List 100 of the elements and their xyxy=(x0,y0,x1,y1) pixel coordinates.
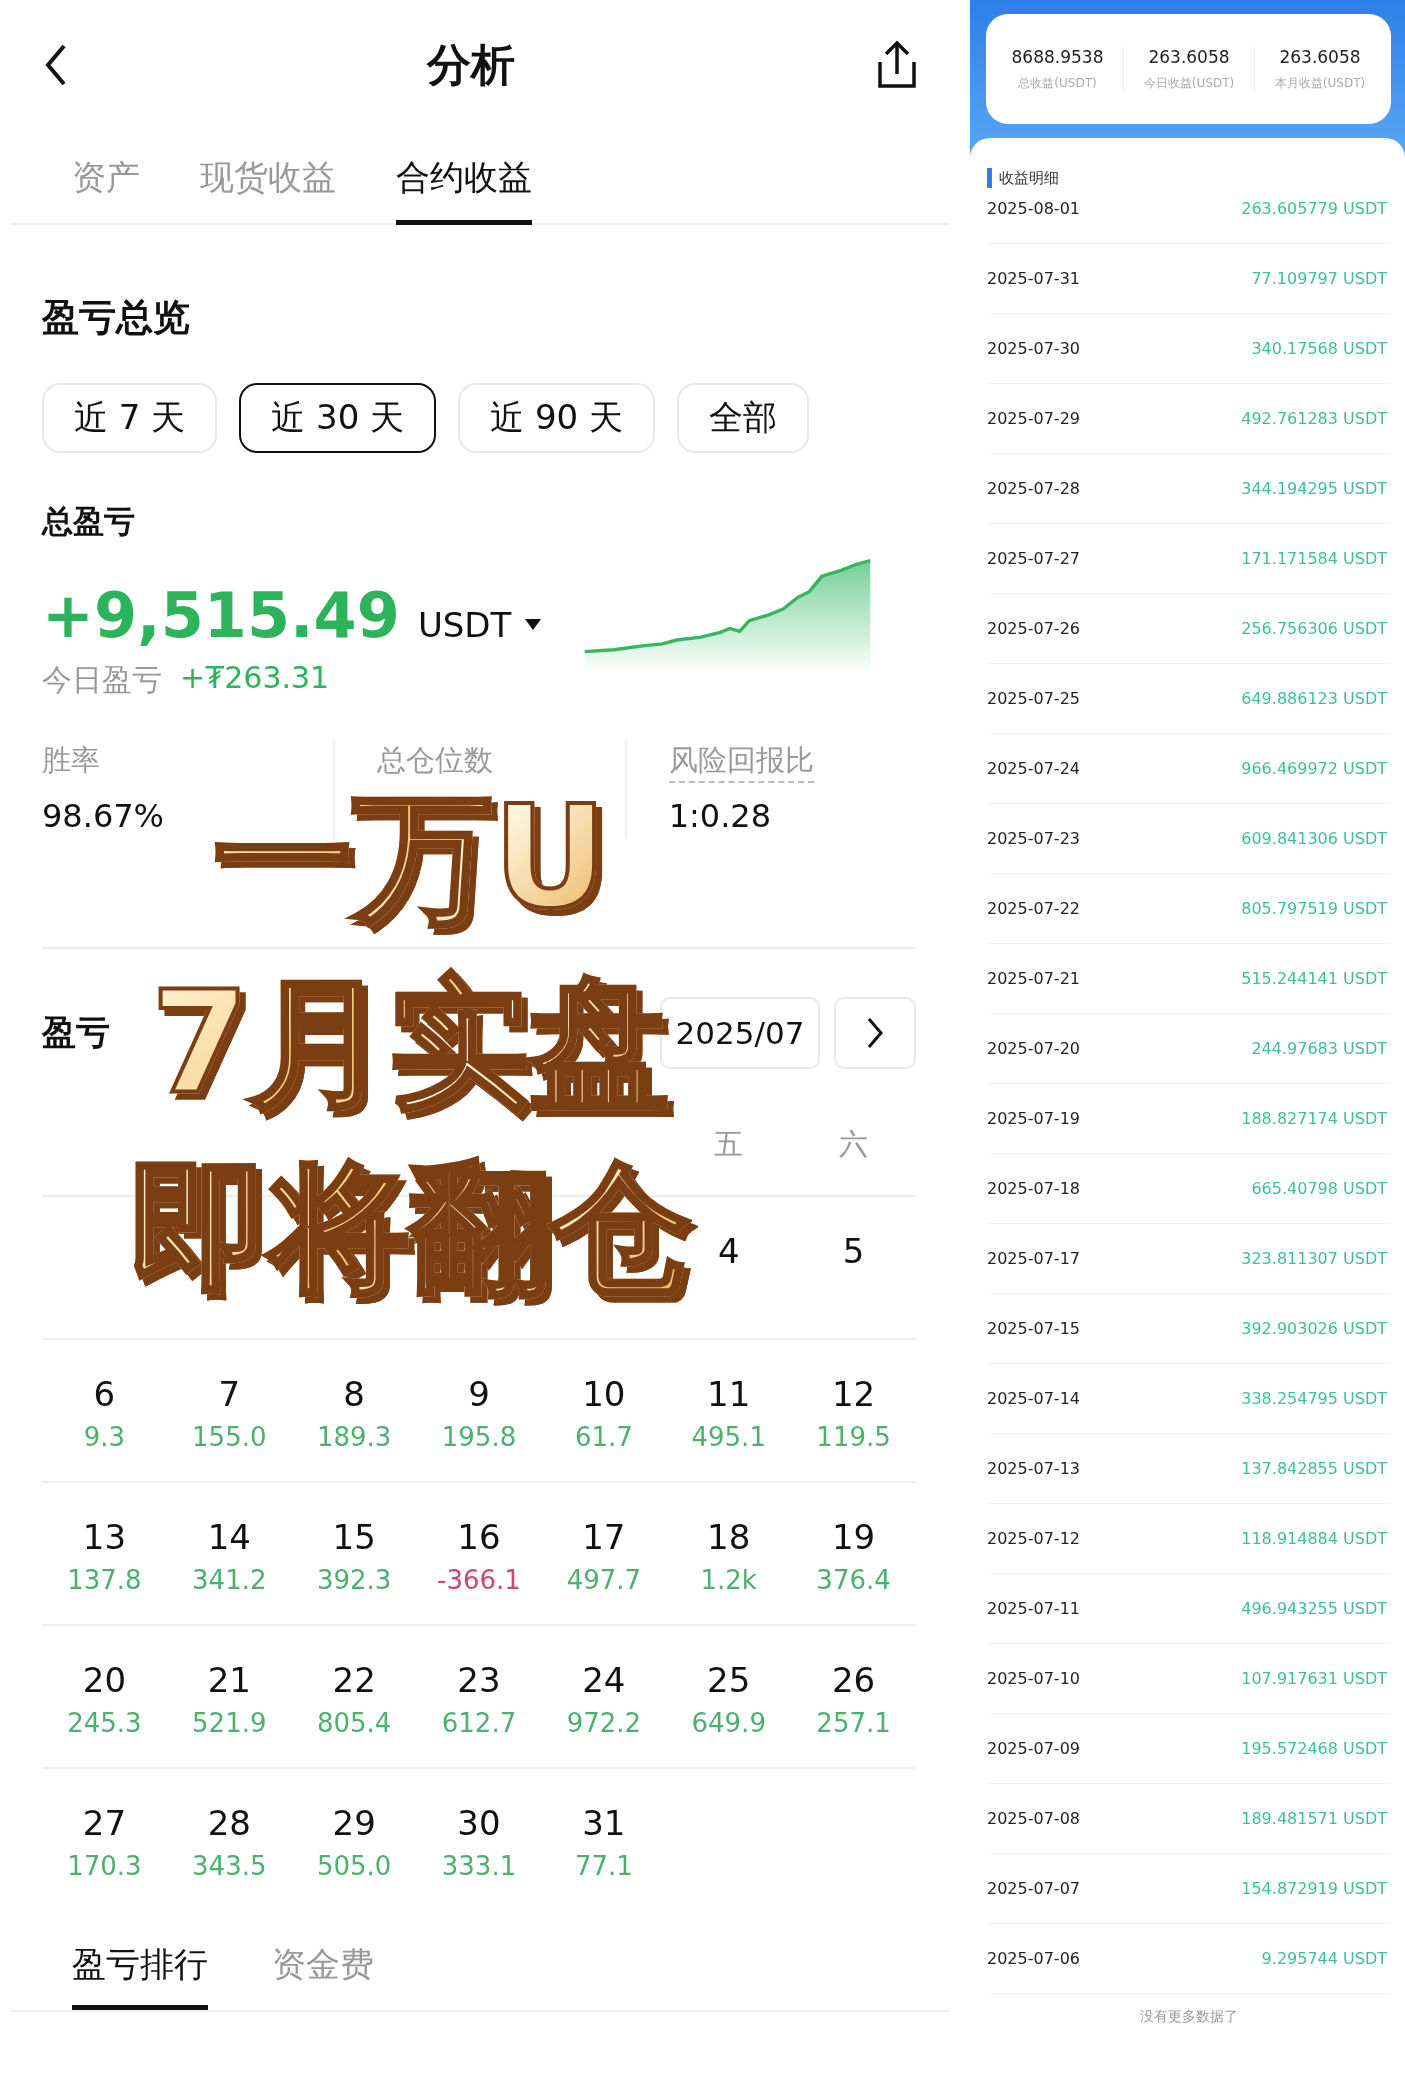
list-title: 收益明细 xyxy=(999,168,1059,188)
calendar-day[interactable]: 22 xyxy=(332,1660,376,1700)
calendar-day[interactable]: 15 xyxy=(332,1517,376,1557)
calendar-day[interactable]: 19 xyxy=(831,1517,876,1557)
income-date: 2025-07-13 xyxy=(987,1459,1080,1478)
day-pnl: 392.3 xyxy=(316,1565,392,1595)
income-date: 2025-07-23 xyxy=(987,829,1080,848)
day-pnl: 341.2 xyxy=(192,1565,267,1595)
income-date: 2025-07-18 xyxy=(987,1179,1080,1198)
income-date: 2025-07-20 xyxy=(987,1039,1080,1058)
calendar-day[interactable]: 24 xyxy=(582,1660,626,1700)
calendar-day[interactable]: 12 xyxy=(831,1374,876,1414)
income-date: 2025-07-28 xyxy=(987,479,1080,498)
income-date: 2025-07-26 xyxy=(987,619,1080,638)
day-pnl: 61.7 xyxy=(574,1422,633,1452)
income-date: 2025-07-27 xyxy=(987,549,1080,568)
day-pnl: -366.1 xyxy=(437,1565,521,1595)
day-pnl: 495.1 xyxy=(691,1422,766,1452)
tab[interactable]: 盈亏排行 xyxy=(72,1920,208,2010)
income-date: 2025-07-11 xyxy=(987,1599,1080,1618)
day-pnl: 257.1 xyxy=(816,1708,891,1738)
income-date: 2025-07-12 xyxy=(987,1529,1080,1548)
day-pnl: 119.5 xyxy=(816,1422,891,1452)
stat-value: 1:0.28 xyxy=(668,797,773,835)
income-date: 2025-07-31 xyxy=(987,269,1080,288)
calendar-day[interactable]: 25 xyxy=(707,1660,751,1700)
calendar-day[interactable]: 26 xyxy=(831,1660,876,1700)
summary-label: 总收益(USDT) xyxy=(1018,74,1097,92)
calendar-day[interactable]: 11 xyxy=(707,1374,751,1414)
calendar-day[interactable]: 29 xyxy=(332,1803,376,1843)
income-date: 2025-07-19 xyxy=(987,1109,1080,1128)
calendar-day[interactable]: 17 xyxy=(582,1517,626,1557)
income-amount: 107.917631 USDT xyxy=(1241,1669,1387,1688)
chevron-right-icon xyxy=(866,1016,884,1050)
title-accent-bar xyxy=(987,168,992,188)
calendar-day[interactable]: 16 xyxy=(457,1517,501,1557)
income-amount: 492.761283 USDT xyxy=(1241,409,1387,428)
income-date: 2025-07-29 xyxy=(987,409,1080,428)
calendar-day[interactable]: 9 xyxy=(468,1374,490,1414)
day-pnl: 505.0 xyxy=(316,1851,392,1881)
calendar-day[interactable]: 4 xyxy=(717,1231,740,1271)
day-pnl: 805.4 xyxy=(316,1708,392,1738)
calendar-day[interactable]: 8 xyxy=(343,1374,365,1414)
day-pnl: 972.2 xyxy=(566,1708,642,1738)
income-amount: 515.244141 USDT xyxy=(1241,969,1387,988)
day-pnl: 649.9 xyxy=(691,1708,766,1738)
income-amount: 189.481571 USDT xyxy=(1241,1809,1387,1828)
income-amount: 392.903026 USDT xyxy=(1241,1319,1387,1338)
calendar-day[interactable]: 6 xyxy=(93,1374,116,1414)
calendar-day[interactable]: 31 xyxy=(582,1803,626,1843)
income-date: 2025-07-17 xyxy=(987,1249,1080,1268)
calendar-day[interactable]: 10 xyxy=(582,1374,626,1414)
calendar-day[interactable]: 5 xyxy=(842,1231,865,1271)
calendar-day[interactable]: 14 xyxy=(207,1517,251,1557)
income-amount: 338.254795 USDT xyxy=(1241,1389,1387,1408)
calendar-day[interactable]: 13 xyxy=(82,1517,127,1557)
income-date: 2025-07-06 xyxy=(987,1949,1080,1968)
range-chip[interactable]: 近 7 天 xyxy=(42,383,218,453)
day-pnl: 189.3 xyxy=(316,1422,392,1452)
day-pnl: 333.1 xyxy=(441,1851,517,1881)
income-date: 2025-07-15 xyxy=(987,1319,1080,1338)
day-pnl: 195.8 xyxy=(441,1422,517,1452)
summary-value: 8688.9538 xyxy=(1011,46,1104,67)
end-of-list-text: 没有更多数据了 xyxy=(1139,2008,1239,2026)
income-amount: 188.827174 USDT xyxy=(1241,1109,1387,1128)
calendar-title: 盈亏 xyxy=(42,1011,110,1054)
today-pnl-label: 今日盈亏 xyxy=(42,661,162,699)
calendar-day[interactable]: 18 xyxy=(707,1517,751,1557)
range-chip[interactable]: 近 90 天 xyxy=(458,383,656,453)
day-pnl: 376.4 xyxy=(816,1565,891,1595)
tab[interactable]: 合约收益 xyxy=(396,130,532,225)
calendar-day[interactable]: 7 xyxy=(218,1374,241,1414)
stat-label: 总仓位数 xyxy=(377,742,494,779)
income-amount: 966.469972 USDT xyxy=(1241,759,1387,778)
day-pnl: 612.7 xyxy=(441,1708,517,1738)
calendar-day[interactable]: 30 xyxy=(457,1803,501,1843)
day-pnl: 9.3 xyxy=(83,1422,126,1452)
income-amount: 154.872919 USDT xyxy=(1241,1879,1387,1898)
calendar-day[interactable]: 20 xyxy=(82,1660,127,1700)
page-title: 分析 xyxy=(427,37,515,92)
today-pnl-value: +₮263.31 xyxy=(180,660,330,697)
stat-label: 胜率 xyxy=(42,742,100,779)
income-date: 2025-07-30 xyxy=(987,339,1080,358)
calendar-day[interactable]: 27 xyxy=(82,1803,127,1843)
next-month-button[interactable] xyxy=(834,997,916,1069)
summary-label: 本月收益(USDT) xyxy=(1274,74,1366,92)
calendar-day[interactable]: 28 xyxy=(207,1803,251,1843)
currency-dropdown[interactable]: USDT xyxy=(417,605,542,645)
calendar-day[interactable]: 23 xyxy=(457,1660,501,1700)
calendar-day[interactable]: 21 xyxy=(207,1660,251,1700)
range-chip[interactable]: 全部 xyxy=(677,383,810,453)
income-amount: 171.171584 USDT xyxy=(1241,549,1387,568)
income-amount: 496.943255 USDT xyxy=(1241,1599,1387,1618)
range-chip[interactable]: 近 30 天 xyxy=(239,383,437,453)
income-amount: 137.842855 USDT xyxy=(1241,1459,1387,1478)
income-date: 2025-07-09 xyxy=(987,1739,1080,1758)
back-button[interactable] xyxy=(44,43,68,87)
day-pnl: 137.8 xyxy=(67,1565,142,1595)
back-icon xyxy=(44,43,68,87)
section-title: 盈亏总览 xyxy=(42,295,191,341)
